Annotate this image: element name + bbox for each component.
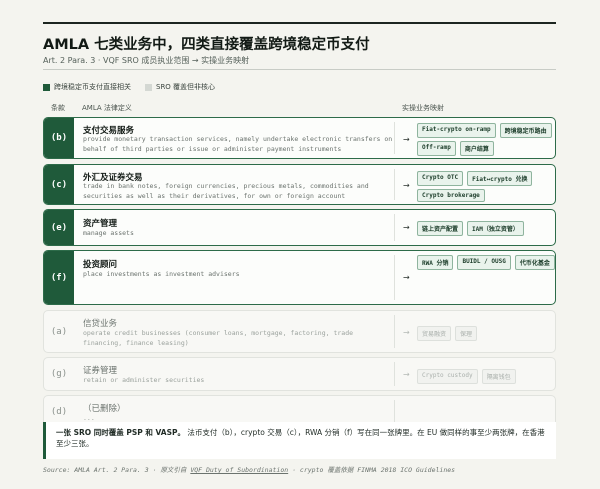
legend-swatch-direct — [43, 83, 50, 91]
clause-code: (f) — [44, 251, 74, 304]
callout-bold: 一张 SRO 同时覆盖 PSP 和 VASP。 — [56, 428, 186, 437]
mapping-tag: Crypto custody — [417, 369, 478, 384]
column-divider — [394, 255, 395, 300]
summary-callout: 一张 SRO 同时覆盖 PSP 和 VASP。 法币支付（b），crypto 交… — [43, 422, 556, 459]
clause-code: (a) — [50, 326, 68, 337]
business-name: 资产管理 — [83, 219, 118, 229]
table-row: (a) 信贷业务 operate credit businesses (consum… — [43, 310, 556, 353]
mapping-tags: 贸易融资 保理 — [417, 326, 555, 341]
mapping-tags: Fiat-crypto on-ramp 跨境稳定币路由 Off-ramp 商户结算 — [417, 123, 555, 156]
legal-definition: retain or administer securities — [83, 376, 205, 384]
table-row: (c) 外汇及证券交易 trade in bank notes, foreign c… — [43, 164, 556, 205]
legend-label-other: SRO 覆盖但非核心 — [156, 83, 216, 91]
legal-definition: provide monetary transaction services, n… — [83, 135, 393, 153]
arrow-right-icon: → — [403, 135, 410, 144]
legend-swatch-other — [145, 83, 152, 91]
arrow-right-icon: → — [403, 181, 410, 190]
mapping-tag: 保理 — [455, 326, 478, 341]
mapping-tag: Fiat↔crypto 兑换 — [467, 171, 533, 186]
mapping-tag: Fiat-crypto on-ramp — [417, 123, 496, 138]
arrow-right-icon: → — [403, 273, 410, 282]
table-row: (e) 资产管理 manage assets → 链上资产配置 IAM（独立资管） — [43, 209, 556, 246]
legal-definition: trade in bank notes, foreign currencies,… — [83, 182, 369, 200]
mapping-tag: Off-ramp — [417, 141, 456, 156]
legend-label-direct: 跨境稳定币支付直接相关 — [54, 83, 131, 91]
business-name: 信贷业务 — [83, 319, 118, 329]
column-header-definition: AMLA 法律定义 — [82, 104, 132, 112]
mapping-tags: Crypto custody 隔离钱包 — [417, 369, 555, 384]
legal-definition: place investments as investment advisers — [83, 270, 240, 278]
mapping-tag: IAM（独立资管） — [467, 221, 524, 236]
column-divider — [394, 315, 395, 348]
clause-code: (c) — [44, 165, 74, 204]
column-divider — [394, 169, 395, 200]
mapping-tag: 商户结算 — [459, 141, 494, 156]
business-name: （已删除） — [83, 404, 126, 414]
mapping-tag: Crypto OTC — [417, 171, 464, 186]
clause-code: (g) — [50, 369, 68, 379]
column-divider — [394, 400, 395, 424]
page-title: AMLA 七类业务中，四类直接覆盖跨境稳定币支付 — [43, 37, 370, 53]
mapping-tag: 贸易融资 — [417, 326, 452, 341]
mapping-tag: 隔离钱包 — [481, 369, 516, 384]
mapping-tag: Crypto brokerage — [417, 189, 485, 202]
page: AMLA 七类业务中，四类直接覆盖跨境稳定币支付 Art. 2 Para. 3 … — [43, 22, 556, 477]
mapping-tag: 代币化基金 — [514, 255, 555, 270]
column-divider — [394, 122, 395, 154]
mapping-tags: 链上资产配置 IAM（独立资管） — [417, 221, 555, 236]
top-rule — [43, 22, 556, 24]
column-divider — [394, 362, 395, 386]
table-row: (g) 证券管理 retain or administer securities → C… — [43, 357, 556, 391]
mapping-tag: 跨境稳定币路由 — [499, 123, 552, 138]
header-divider — [43, 69, 556, 70]
column-header-mapping: 实操业务映射 — [402, 104, 444, 112]
arrow-right-icon: → — [403, 370, 410, 379]
mapping-tags: RWA 分销 BUIDL / OUSG 代币化基金 — [417, 255, 555, 270]
column-header-code: 条款 — [51, 104, 65, 112]
page-subtitle: Art. 2 Para. 3 · VQF SRO 成员执业范围 → 实操业务映射 — [43, 56, 250, 65]
mapping-tag: 链上资产配置 — [417, 221, 464, 236]
business-name: 证券管理 — [83, 366, 118, 376]
arrow-right-icon: → — [403, 328, 410, 337]
mapping-tag: BUIDL / OUSG — [457, 255, 511, 270]
source-suffix: · crypto 覆盖依据 FINMA 2018 ICO Guidelines — [292, 466, 456, 474]
legend: 跨境稳定币支付直接相关 SRO 覆盖但非核心 — [43, 82, 215, 92]
source-prefix: Source: AMLA Art. 2 Para. 3 · 原文引自 — [43, 466, 187, 474]
table-row: (b) 支付交易服务 provide monetary transaction se… — [43, 117, 556, 159]
arrow-right-icon: → — [403, 223, 410, 232]
mapping-tag: RWA 分销 — [417, 255, 454, 270]
column-divider — [394, 214, 395, 241]
source-link[interactable]: VQF Duty of Subordination — [190, 466, 288, 474]
table-row: (f) 投资顾问 place investments as investment a… — [43, 250, 556, 305]
business-name: 投资顾问 — [83, 260, 118, 270]
legal-definition: operate credit businesses (consumer loan… — [83, 329, 354, 347]
clause-code: (e) — [44, 210, 74, 245]
mapping-tags: Crypto OTC Fiat↔crypto 兑换 Crypto brokerage — [417, 171, 555, 202]
source-line: Source: AMLA Art. 2 Para. 3 · 原文引自 VQF D… — [43, 464, 455, 474]
legal-definition: manage assets — [83, 229, 134, 237]
clause-code: (b) — [44, 118, 74, 158]
